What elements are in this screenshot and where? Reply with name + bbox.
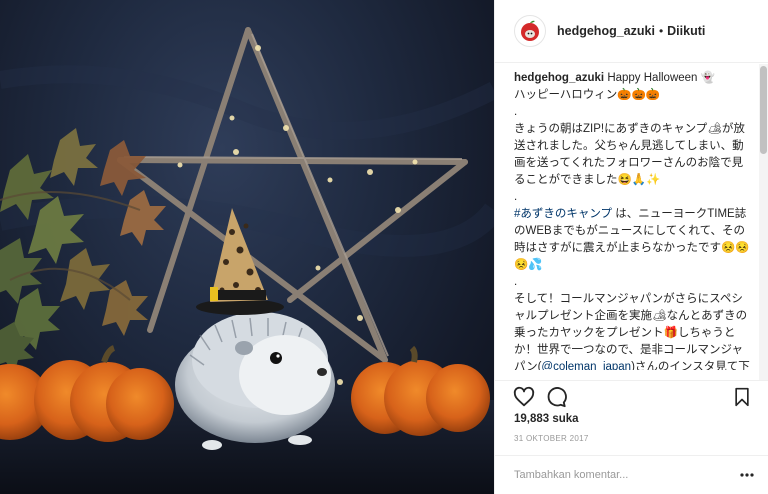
caption-username[interactable]: hedgehog_azuki	[514, 72, 604, 84]
like-button[interactable]	[513, 386, 535, 408]
mention-link[interactable]: @coleman_japan	[541, 361, 631, 370]
follow-status-button[interactable]: Diikuti	[667, 24, 705, 38]
post-detail-panel: hedgehog_azuki • Diikuti hedgehog_azuki …	[494, 0, 768, 494]
add-comment-box	[495, 455, 768, 494]
comment-bubble-icon	[547, 387, 567, 408]
caption-paragraph-3a: そして！コールマンジャパンがさらにスペシャルプレゼント企画を実施🏕なんとあずきの…	[514, 293, 748, 370]
hashtag-link[interactable]: #あずきのキャンプ	[514, 208, 612, 220]
caption-scrollbar-thumb[interactable]	[760, 66, 767, 154]
heart-icon	[513, 386, 535, 407]
caption-dot-1: .	[514, 106, 518, 118]
post-header: hedgehog_azuki • Diikuti	[495, 0, 768, 63]
caption-dot-2: .	[514, 191, 518, 203]
caption-dot-3: .	[514, 276, 518, 288]
caption-line2: ハッピーハロウィン🎃🎃🎃	[514, 89, 661, 101]
pumpkin-center-left	[34, 345, 174, 442]
post-date[interactable]: 31 OKTOBER 2017	[514, 434, 589, 443]
hedgehog-apple-avatar-icon	[521, 20, 539, 41]
caption-paragraph-2: #あずきのキャンプ は、ニューヨークTIME誌のWEBまでもがニュースにしてくれ…	[514, 206, 752, 274]
comment-input[interactable]	[514, 466, 714, 484]
action-bar	[495, 380, 768, 410]
header-username[interactable]: hedgehog_azuki	[557, 24, 655, 38]
caption-area: hedgehog_azuki Happy Halloween 👻 ハッピーハロウ…	[514, 70, 752, 370]
more-options-button[interactable]	[738, 466, 756, 484]
hedgehog	[175, 208, 335, 450]
caption-paragraph-1: きょうの朝はZIP!にあずきのキャンプ🏕が放送されました。父ちゃん見逃してしまい…	[514, 123, 745, 186]
post-photo[interactable]	[0, 0, 494, 494]
likes-count[interactable]: 19,883 suka	[514, 413, 579, 425]
more-options-icon	[740, 473, 754, 477]
caption-paragraph-3: そして！コールマンジャパンがさらにスペシャルプレゼント企画を実施🏕なんとあずきの…	[514, 291, 752, 370]
ivy-leaves	[0, 128, 166, 374]
pumpkin-right	[351, 345, 490, 436]
halloween-hedgehog-image	[0, 27, 494, 494]
caption-first-line: hedgehog_azuki Happy Halloween 👻	[514, 70, 752, 87]
header-separator: •	[658, 24, 664, 38]
comment-button[interactable]	[545, 386, 567, 408]
bookmark-icon	[735, 387, 749, 407]
user-avatar[interactable]	[514, 15, 546, 47]
save-button[interactable]	[731, 386, 753, 408]
caption-line1: Happy Halloween 👻	[607, 72, 715, 84]
